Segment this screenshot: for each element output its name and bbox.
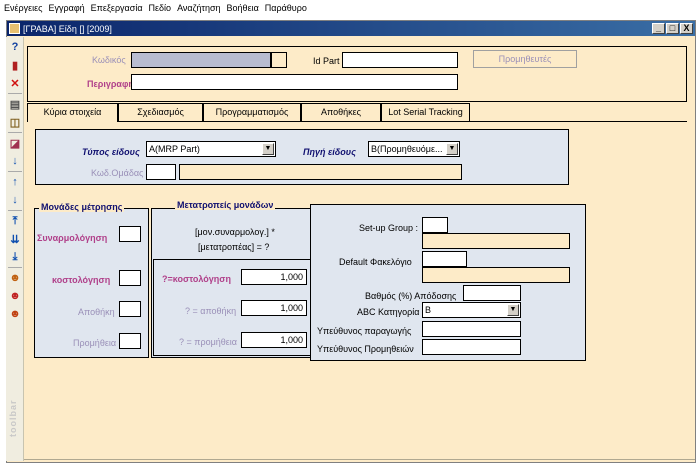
open-book-icon[interactable]: ◫ <box>7 114 23 130</box>
items-window: [ΓΡΑΒΑ] Είδη [] [2009] _ □ X Κωδικός Id … <box>6 20 696 463</box>
toolbar-separator <box>8 171 22 172</box>
print-icon[interactable]: ▤ <box>7 96 23 112</box>
first-record-icon[interactable]: ⤒ <box>7 213 23 229</box>
help-icon[interactable]: ? <box>7 39 23 55</box>
minimize-button[interactable]: _ <box>652 23 665 34</box>
code-extra-field[interactable] <box>271 52 287 68</box>
eraser-icon[interactable]: ◪ <box>7 135 23 151</box>
window-icon <box>9 23 20 34</box>
tab-divider <box>27 121 687 122</box>
next-block-icon[interactable]: ⇊ <box>7 231 23 247</box>
item-type-label: Τύπος είδους <box>82 147 140 157</box>
warehouse-unit-field[interactable] <box>119 301 141 317</box>
description-field[interactable] <box>131 74 458 90</box>
description-label: Περιγραφή <box>87 79 134 89</box>
menu-actions[interactable]: Ενέργειες <box>4 3 43 13</box>
conversion-formula-line1: [μον.συναρμολογ.] * <box>195 227 275 237</box>
setup-group-label: Set-up Group : <box>359 223 419 233</box>
chevron-down-icon[interactable]: ▼ <box>446 143 458 155</box>
production-responsible-field[interactable] <box>422 321 521 337</box>
conversion-formula-line2: [μετατροπέας] = ? <box>198 242 270 252</box>
tab-warehouses[interactable]: Αποθήκες <box>301 103 381 121</box>
yield-field[interactable] <box>463 285 521 301</box>
code-field[interactable] <box>131 52 271 68</box>
costing-unit-label: κοστολόγηση <box>52 275 111 285</box>
toolbar-separator <box>8 93 22 94</box>
item-source-label: Πηγή είδους <box>303 147 356 157</box>
toolbar-separator <box>8 210 22 211</box>
idpart-field[interactable] <box>342 52 458 68</box>
tab-main-details[interactable]: Κύρια στοιχεία <box>27 103 118 122</box>
costing-conversion-label: ?=κοστολόγηση <box>162 274 231 284</box>
toolbar-label: toolbar <box>8 399 18 438</box>
item-type-value: A(MRP Part) <box>149 144 200 154</box>
setup-group-description <box>422 233 570 249</box>
chevron-down-icon[interactable]: ▼ <box>262 143 274 155</box>
menu-bar: Ενέργειες Εγγραφή Επεξεργασία Πεδίο Αναζ… <box>0 0 698 16</box>
window-title: [ΓΡΑΒΑ] Είδη [] [2009] <box>23 23 112 34</box>
status-strip <box>7 459 695 463</box>
arrow-down-icon[interactable]: ↓ <box>7 153 23 169</box>
abc-category-label: ABC Κατηγορία <box>357 307 420 317</box>
supply-unit-label: Προμήθεια <box>73 338 117 348</box>
item-source-value: B(Προμηθευόμε... <box>371 144 443 154</box>
setup-group-field[interactable] <box>422 217 448 233</box>
costing-unit-field[interactable] <box>119 270 141 286</box>
conversions-title: Μετατροπείς μονάδων <box>175 200 276 210</box>
item-type-select[interactable]: A(MRP Part) ▼ <box>146 141 276 157</box>
group-code-field[interactable] <box>146 164 176 180</box>
vertical-toolbar: ? ▮ ✕ ▤ ◫ ◪ ↓ ↑ ↓ ⤒ ⇊ ⤓ ☻ ☻ ☻ toolbar <box>6 37 24 461</box>
production-responsible-label: Υπεύθυνος παραγωγής <box>317 326 412 336</box>
arrow-up-icon[interactable]: ↑ <box>7 174 23 190</box>
close-button[interactable]: X <box>680 23 693 34</box>
supply-conversion-field[interactable]: 1,000 <box>241 332 307 348</box>
units-title: Μονάδες μέτρησης <box>39 202 125 212</box>
assembly-unit-label: Συναρμολόγηση <box>37 233 108 243</box>
supply-unit-field[interactable] <box>119 333 141 349</box>
menu-search[interactable]: Αναζήτηση <box>177 3 220 13</box>
toolbar-separator <box>8 132 22 133</box>
menu-help[interactable]: Βοήθεια <box>227 3 259 13</box>
abc-category-select[interactable]: B ▼ <box>422 302 521 318</box>
warehouse-conversion-field[interactable]: 1,000 <box>241 300 307 316</box>
warehouse-conversion-label: ? = αποθήκη <box>185 306 237 316</box>
menu-edit[interactable]: Επεξεργασία <box>91 3 143 13</box>
maximize-button[interactable]: □ <box>666 23 679 34</box>
user-edit-icon[interactable]: ☻ <box>7 306 23 322</box>
last-record-icon[interactable]: ⤓ <box>7 249 23 265</box>
default-folder-field[interactable] <box>422 251 467 267</box>
menu-record[interactable]: Εγγραφή <box>49 3 85 13</box>
toolbar-separator <box>8 267 22 268</box>
idpart-label: Id Part <box>313 56 340 66</box>
chevron-down-icon[interactable]: ▼ <box>507 304 519 316</box>
default-folder-description <box>422 267 570 283</box>
item-source-select[interactable]: B(Προμηθευόμε... ▼ <box>368 141 460 157</box>
group-code-label: Κωδ.Ομάδας <box>91 168 144 178</box>
window-titlebar: [ΓΡΑΒΑ] Είδη [] [2009] _ □ X <box>7 21 695 36</box>
menu-field[interactable]: Πεδίο <box>149 3 172 13</box>
tab-lot-serial-tracking[interactable]: Lot Serial Tracking <box>381 103 470 121</box>
suppliers-button[interactable]: Προμηθευτές <box>473 50 577 68</box>
supply-conversion-label: ? = προμήθεια <box>179 337 238 347</box>
procurement-responsible-field[interactable] <box>422 339 521 355</box>
group-description-field <box>179 164 462 180</box>
user-delete-icon[interactable]: ☻ <box>7 288 23 304</box>
abc-category-value: B <box>425 305 432 315</box>
code-label: Κωδικός <box>92 55 126 65</box>
tab-scheduling[interactable]: Προγραμματισμός <box>203 103 301 121</box>
book-icon[interactable]: ▮ <box>7 57 23 73</box>
costing-conversion-field[interactable]: 1,000 <box>241 269 307 285</box>
yield-label: Βαθμός (%) Απόδοσης <box>365 291 457 301</box>
arrow-down-icon[interactable]: ↓ <box>7 192 23 208</box>
menu-window[interactable]: Παράθυρο <box>265 3 307 13</box>
delete-icon[interactable]: ✕ <box>7 75 23 91</box>
user-icon[interactable]: ☻ <box>7 270 23 286</box>
tab-design[interactable]: Σχεδιασμός <box>118 103 203 121</box>
assembly-unit-field[interactable] <box>119 226 141 242</box>
default-folder-label: Default Φακελόγιο <box>339 257 412 267</box>
procurement-responsible-label: Υπεύθυνος Προμηθειών <box>317 344 414 354</box>
warehouse-unit-label: Αποθήκη <box>78 307 115 317</box>
